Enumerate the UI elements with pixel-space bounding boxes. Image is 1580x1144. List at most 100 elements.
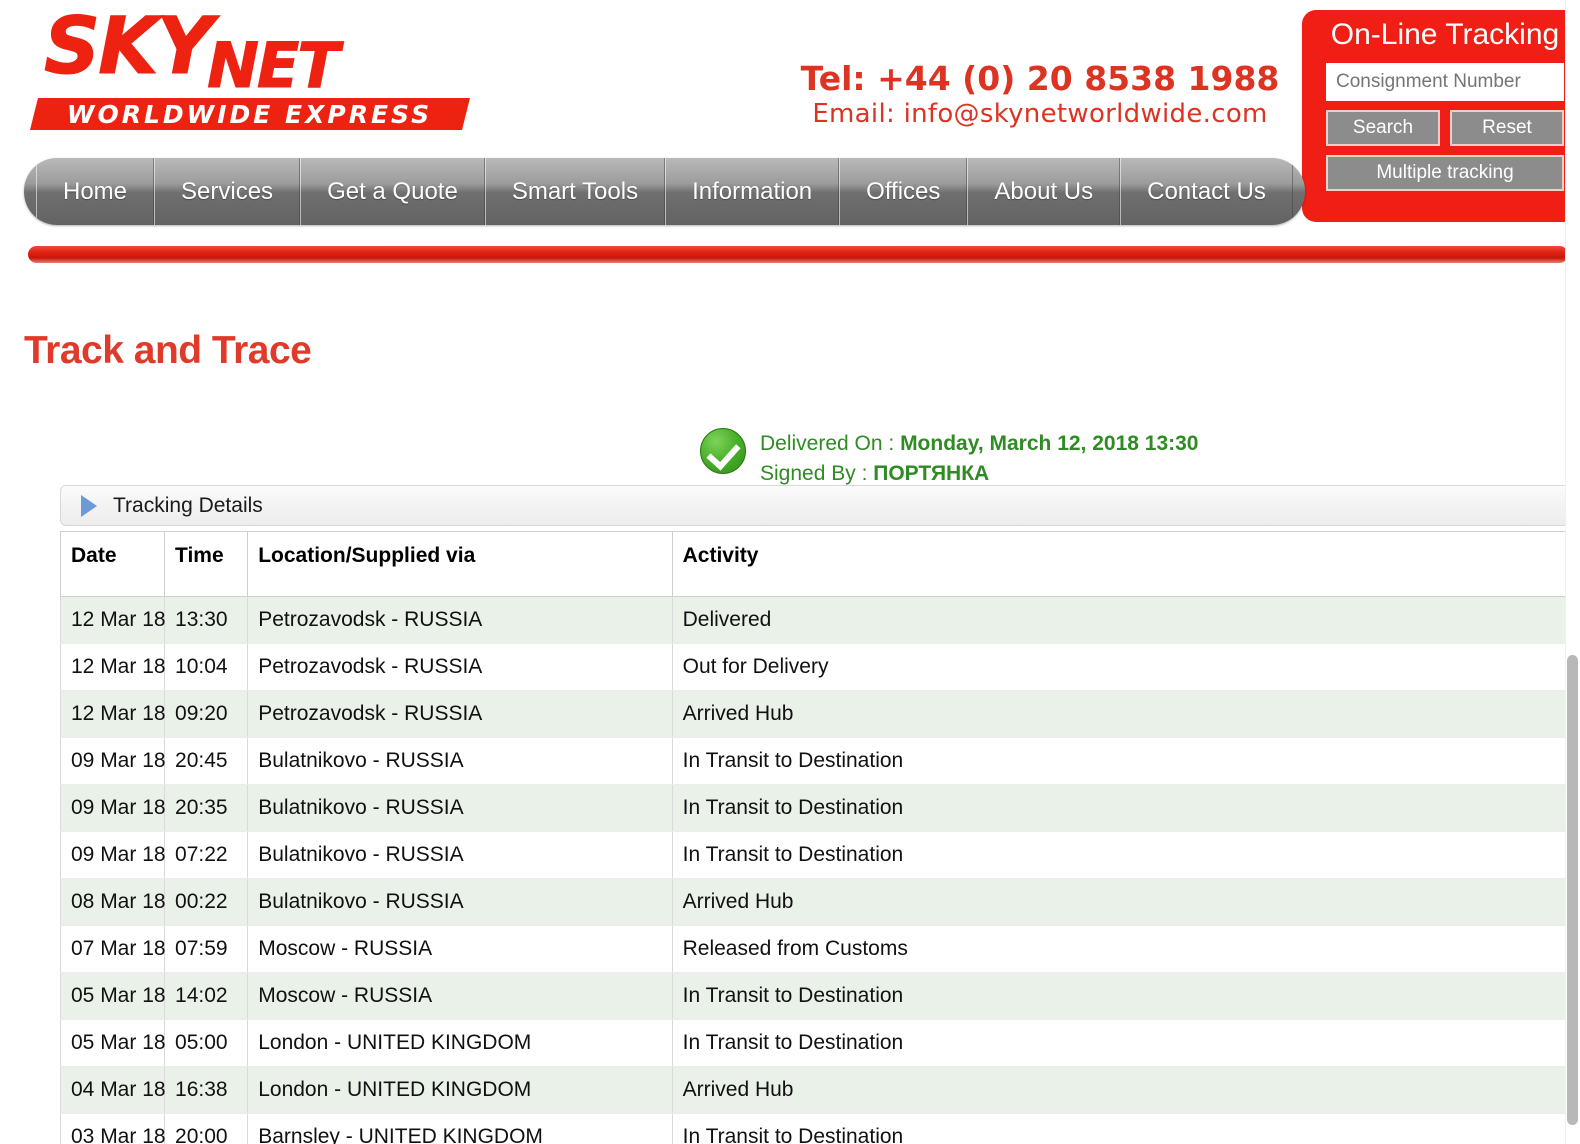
page-scrollbar[interactable] [1565,0,1580,1144]
cell-date: 12 Mar 18 [59,596,166,644]
table-row: 08 Mar 18 00:22 Bulatnikovo - RUSSIA Arrive… [59,878,1580,926]
cell-activity: In Transit to Destination [671,784,1580,832]
logo-net-text: NET [207,29,341,102]
table-row: 12 Mar 18 09:20 Petrozavodsk - RUSSIA Arriv… [59,690,1580,738]
nav-item-contact-us[interactable]: Contact Us [1120,158,1293,225]
cell-location: Barnsley - UNITED KINGDOM [247,1113,673,1144]
cell-time: 09:20 [164,690,249,738]
contact-info: Tel: +44 (0) 20 8538 1988 Email: info@sk… [790,60,1290,130]
search-button[interactable]: Search [1326,109,1440,146]
main-navigation: Home Services Get a Quote Smart Tools In… [24,158,1305,225]
cell-time: 20:00 [164,1113,249,1144]
table-row: 12 Mar 18 13:30 Petrozavodsk - RUSSIA Deliv… [59,596,1580,644]
scrollbar-thumb[interactable] [1567,655,1578,1125]
cell-activity: In Transit to Destination [671,1019,1580,1067]
table-row: 07 Mar 18 07:59 Moscow - RUSSIA Released fr… [59,925,1580,973]
red-divider-bar [28,246,1568,263]
cell-time: 00:22 [164,878,249,926]
cell-location: Moscow - RUSSIA [247,925,673,973]
cell-time: 16:38 [164,1066,249,1114]
online-tracking-box: On-Line Tracking Search Reset Multiple t… [1302,10,1578,222]
tracking-details-table: Date Time Location/Supplied via Activity… [59,531,1580,1144]
contact-email: Email: info@skynetworldwide.com [812,98,1268,129]
signed-by-label: Signed By : [760,462,874,486]
table-row: 03 Mar 18 20:00 Barnsley - UNITED KINGDOM I… [59,1113,1580,1144]
cell-date: 12 Mar 18 [59,643,166,691]
tracking-button-row: Search Reset [1326,109,1564,146]
cell-location: Bulatnikovo - RUSSIA [247,784,673,832]
cell-location: Moscow - RUSSIA [247,972,673,1020]
nav-item-information[interactable]: Information [665,158,840,225]
cell-time: 07:59 [164,925,249,973]
signed-by-value: ПОРТЯНКА [873,462,990,486]
cell-location: Bulatnikovo - RUSSIA [247,878,673,926]
delivery-status-text: Delivered On : Monday, March 12, 2018 13… [760,428,1198,490]
nav-item-home[interactable]: Home [36,158,155,225]
column-header-location: Location/Supplied via [247,531,673,597]
cell-time: 07:22 [164,831,249,879]
multiple-tracking-button[interactable]: Multiple tracking [1326,154,1564,191]
table-row: 05 Mar 18 05:00 London - UNITED KINGDOM In … [59,1019,1580,1067]
cell-date: 09 Mar 18 [59,831,166,879]
logo-sky-text: SKY [43,2,213,92]
table-row: 09 Mar 18 20:45 Bulatnikovo - RUSSIA In Tra… [59,737,1580,785]
cell-date: 05 Mar 18 [59,972,166,1020]
nav-item-services[interactable]: Services [154,158,301,225]
delivered-on-label: Delivered On : [760,432,901,455]
cell-date: 12 Mar 18 [59,690,166,738]
cell-time: 14:02 [164,972,249,1020]
cell-location: Petrozavodsk - RUSSIA [247,596,673,644]
skynet-logo[interactable]: SKYNET WORLDWIDE EXPRESS [26,6,496,134]
tracking-details-label: Tracking Details [113,493,263,517]
cell-time: 13:30 [164,596,249,644]
cell-location: London - UNITED KINGDOM [247,1066,673,1114]
table-row: 12 Mar 18 10:04 Petrozavodsk - RUSSIA Out f… [59,643,1580,691]
delivered-on-value: Monday, March 12, 2018 13:30 [900,432,1199,455]
cell-activity: Arrived Hub [671,878,1580,926]
delivery-status: Delivered On : Monday, March 12, 2018 13… [700,428,1198,490]
cell-activity: In Transit to Destination [671,972,1580,1020]
online-tracking-title: On-Line Tracking [1330,18,1560,51]
nav-item-smart-tools[interactable]: Smart Tools [484,158,666,225]
cell-location: Petrozavodsk - RUSSIA [247,690,673,738]
cell-location: London - UNITED KINGDOM [247,1019,673,1067]
cell-time: 20:45 [164,737,249,785]
consignment-number-input[interactable] [1326,62,1564,101]
cell-activity: In Transit to Destination [671,1113,1580,1144]
column-header-activity: Activity [671,531,1580,597]
table-body: 12 Mar 18 13:30 Petrozavodsk - RUSSIA Deliv… [59,596,1580,1144]
cell-date: 03 Mar 18 [59,1113,166,1144]
green-check-icon [700,428,746,474]
cell-activity: In Transit to Destination [671,831,1580,879]
delivered-on-line: Delivered On : Monday, March 12, 2018 13… [760,429,1198,459]
tracking-details-toggle[interactable]: Tracking Details [60,485,1578,526]
nav-item-get-a-quote[interactable]: Get a Quote [300,158,485,225]
table-row: 09 Mar 18 07:22 Bulatnikovo - RUSSIA In Tra… [59,831,1580,879]
page-root: SKYNET WORLDWIDE EXPRESS Tel: +44 (0) 20… [0,0,1580,1144]
reset-button[interactable]: Reset [1450,109,1564,146]
cell-location: Bulatnikovo - RUSSIA [247,831,673,879]
site-header: SKYNET WORLDWIDE EXPRESS Tel: +44 (0) 20… [0,0,1580,263]
table-header-row: Date Time Location/Supplied via Activity [59,531,1580,597]
cell-activity: Out for Delivery [671,643,1580,691]
cell-activity: Arrived Hub [671,1066,1580,1114]
cell-date: 08 Mar 18 [59,878,166,926]
column-header-time: Time [164,531,249,597]
cell-location: Bulatnikovo - RUSSIA [247,737,673,785]
page-title: Track and Trace [24,329,312,373]
triangle-right-icon [81,494,97,517]
cell-date: 07 Mar 18 [59,925,166,973]
table-row: 04 Mar 18 16:38 London - UNITED KINGDOM Arr… [59,1066,1580,1114]
nav-item-offices[interactable]: Offices [839,158,968,225]
cell-date: 09 Mar 18 [59,737,166,785]
cell-date: 09 Mar 18 [59,784,166,832]
cell-location: Petrozavodsk - RUSSIA [247,643,673,691]
table-header: Date Time Location/Supplied via Activity [59,531,1580,597]
cell-date: 05 Mar 18 [59,1019,166,1067]
cell-activity: In Transit to Destination [671,737,1580,785]
cell-time: 05:00 [164,1019,249,1067]
nav-item-about-us[interactable]: About Us [967,158,1121,225]
cell-date: 04 Mar 18 [59,1066,166,1114]
cell-activity: Arrived Hub [671,690,1580,738]
table-row: 09 Mar 18 20:35 Bulatnikovo - RUSSIA In Tra… [59,784,1580,832]
